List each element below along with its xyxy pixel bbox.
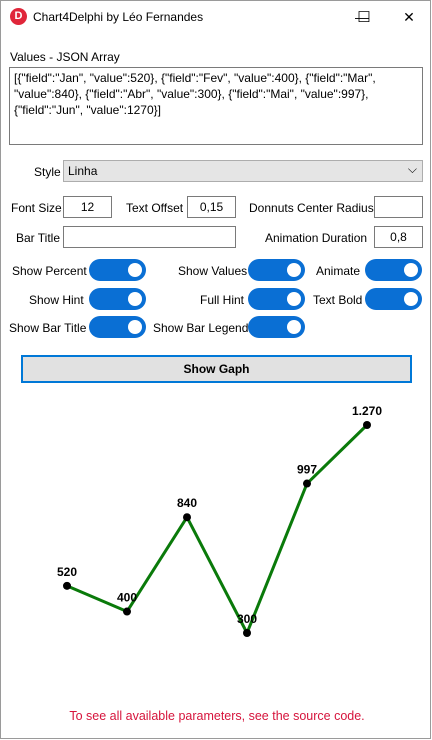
text-offset-input[interactable]: 0,15 [187, 196, 236, 218]
show-bar-title-toggle[interactable] [89, 316, 146, 338]
animate-toggle[interactable] [365, 259, 422, 281]
bar-title-label: Bar Title [16, 231, 61, 245]
font-size-input[interactable]: 12 [63, 196, 112, 218]
data-point-jan[interactable] [63, 581, 71, 590]
bar-title-input[interactable] [63, 226, 236, 248]
show-bar-legend-label: Show Bar Legend [153, 321, 249, 335]
data-label-fev: 400 [117, 591, 137, 605]
toggle-knob [128, 263, 142, 277]
values-label: Values - JSON Array [10, 50, 120, 64]
animation-duration-input[interactable]: 0,8 [374, 226, 423, 248]
close-button[interactable]: ✕ [386, 1, 432, 33]
data-label-mar: 840 [177, 496, 197, 510]
show-graph-button[interactable]: Show Gaph [21, 355, 412, 383]
style-selected-value: Linha [68, 164, 98, 178]
text-bold-label: Text Bold [313, 293, 363, 307]
toggle-knob [287, 292, 301, 306]
footer-note: To see all available parameters, see the… [69, 709, 365, 723]
show-hint-label: Show Hint [29, 293, 84, 307]
toggle-knob [128, 320, 142, 334]
data-point-abr[interactable] [243, 629, 251, 637]
show-hint-toggle[interactable] [89, 288, 146, 310]
toggle-knob [404, 263, 418, 277]
data-point-mar[interactable] [183, 513, 191, 522]
animation-duration-label: Animation Duration [265, 231, 368, 245]
toggle-knob [404, 292, 418, 306]
show-bar-title-label: Show Bar Title [9, 321, 87, 335]
series-line [66, 423, 369, 635]
toggle-knob [287, 320, 301, 334]
toggle-knob [128, 292, 142, 306]
font-size-label: Font Size [11, 201, 62, 215]
maximize-icon: ☐ [357, 9, 371, 26]
maximize-button[interactable]: ☐ [341, 1, 387, 33]
text-offset-label: Text Offset [126, 201, 184, 215]
animate-label: Animate [316, 264, 361, 278]
chevron-down-icon: ⌵ [407, 162, 417, 176]
show-percent-label: Show Percent [12, 264, 87, 278]
json-values-input[interactable]: [{"field":"Jan", "value":520}, {"field":… [9, 67, 423, 145]
title-bar[interactable]: D Chart4Delphi by Léo Fernandes — ☐ ✕ [1, 1, 430, 33]
window-title: Chart4Delphi by Léo Fernandes [33, 10, 204, 24]
data-label-jun: 1.270 [352, 404, 382, 418]
donut-radius-label: Donnuts Center Radius [249, 201, 374, 215]
text-bold-toggle[interactable] [365, 288, 422, 310]
app-logo-icon: D [10, 8, 27, 25]
data-label-jan: 520 [57, 565, 77, 579]
toggle-knob [287, 263, 301, 277]
data-point-jun[interactable] [363, 421, 371, 429]
app-window: D Chart4Delphi by Léo Fernandes — ☐ ✕ Va… [0, 0, 431, 739]
full-hint-toggle[interactable] [248, 288, 305, 310]
donut-radius-input[interactable] [374, 196, 423, 218]
line-chart: 520 400 840 300 997 1.270 [57, 404, 382, 637]
show-percent-toggle[interactable] [89, 259, 146, 281]
data-point-fev[interactable] [123, 607, 131, 616]
style-label: Style [34, 165, 61, 179]
style-select[interactable]: Linha ⌵ [63, 160, 423, 182]
show-bar-legend-toggle[interactable] [248, 316, 305, 338]
data-point-mai[interactable] [303, 479, 311, 488]
show-values-toggle[interactable] [248, 259, 305, 281]
data-label-mai: 997 [297, 463, 317, 477]
close-icon: ✕ [403, 9, 415, 25]
full-hint-label: Full Hint [200, 293, 245, 307]
data-label-abr: 300 [237, 612, 257, 626]
show-values-label: Show Values [178, 264, 248, 278]
